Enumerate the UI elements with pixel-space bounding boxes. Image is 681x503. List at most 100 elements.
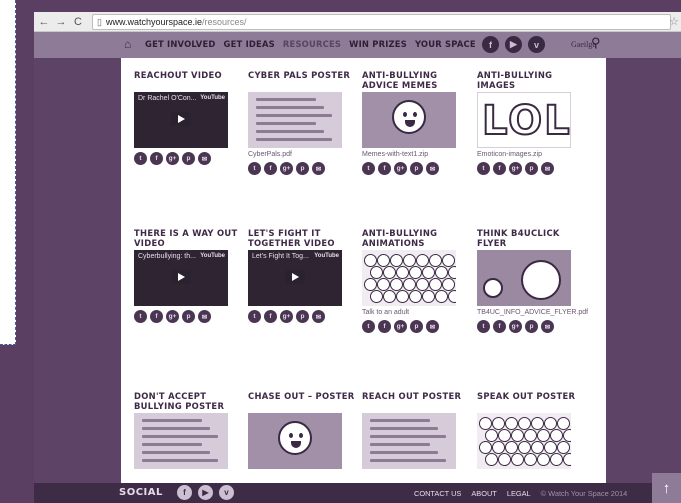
footer-about-link[interactable]: ABOUT [471, 489, 496, 498]
twitter-icon[interactable]: t [134, 152, 147, 165]
resource-title[interactable]: THERE IS A WAY OUT VIDEO [134, 228, 244, 248]
play-icon[interactable] [285, 270, 305, 284]
footer-contact-link[interactable]: CONTACT US [414, 489, 461, 498]
resource-title[interactable]: LET'S FIGHT IT TOGETHER VIDEO [248, 228, 358, 248]
pinterest-icon[interactable]: p [296, 162, 309, 175]
youtube-icon[interactable]: ▶ [505, 36, 522, 53]
resource-file-link[interactable]: Emoticon-images.zip [477, 151, 587, 158]
video-player[interactable]: Cyberbullying: th... YouTube [134, 250, 228, 306]
resource-thumbnail[interactable] [362, 92, 456, 148]
vimeo-icon[interactable]: v [528, 36, 545, 53]
pinterest-icon[interactable]: p [296, 310, 309, 323]
email-icon[interactable]: ✉ [426, 162, 439, 175]
google-plus-icon[interactable]: g+ [509, 320, 522, 333]
resource-title[interactable]: REACH OUT POSTER [362, 391, 472, 411]
resource-thumbnail[interactable] [134, 413, 228, 469]
facebook-icon[interactable]: f [150, 310, 163, 323]
facebook-icon[interactable]: f [493, 162, 506, 175]
twitter-icon[interactable]: t [362, 162, 375, 175]
resource-thumbnail[interactable] [362, 250, 456, 306]
google-plus-icon[interactable]: g+ [394, 162, 407, 175]
vimeo-icon[interactable]: v [219, 485, 234, 500]
share-buttons: t f g+ p ✉ [248, 162, 358, 175]
facebook-icon[interactable]: f [493, 320, 506, 333]
google-plus-icon[interactable]: g+ [280, 310, 293, 323]
back-icon[interactable]: ← [37, 15, 51, 29]
google-plus-icon[interactable]: g+ [509, 162, 522, 175]
search-icon[interactable]: ⚲ [591, 35, 601, 51]
email-icon[interactable]: ✉ [541, 162, 554, 175]
address-bar[interactable]: ▯ www.watchyourspace.ie/resources/ [92, 14, 671, 30]
twitter-icon[interactable]: t [477, 320, 490, 333]
resource-thumbnail[interactable] [477, 250, 571, 306]
resource-title[interactable]: ANTI-BULLYING IMAGES [477, 70, 587, 90]
email-icon[interactable]: ✉ [312, 310, 325, 323]
email-icon[interactable]: ✉ [541, 320, 554, 333]
pinterest-icon[interactable]: p [410, 162, 423, 175]
footer-social-icons: f ▶ v [177, 485, 234, 500]
twitter-icon[interactable]: t [134, 310, 147, 323]
resource-title[interactable]: THINK B4UCLICK FLYER [477, 228, 587, 248]
nav-get-ideas[interactable]: GET IDEAS [224, 39, 275, 49]
emoticon-face-icon [278, 421, 312, 455]
resource-thumbnail[interactable] [362, 413, 456, 469]
video-player[interactable]: Dr Rachel O'Con... YouTube [134, 92, 228, 148]
forward-icon[interactable]: → [54, 15, 68, 29]
scroll-to-top-button[interactable]: ↑ [652, 473, 681, 503]
email-icon[interactable]: ✉ [198, 152, 211, 165]
resource-title[interactable]: SPEAK OUT POSTER [477, 391, 587, 411]
resource-file-link[interactable]: TB4UC_INFO_ADVICE_FLYER.pdf [477, 309, 588, 316]
resource-title[interactable]: CYBER PALS POSTER [248, 70, 358, 90]
twitter-icon[interactable]: t [248, 162, 261, 175]
resource-file-link[interactable]: CyberPals.pdf [248, 151, 358, 158]
video-title: Dr Rachel O'Con... [138, 95, 197, 102]
twitter-icon[interactable]: t [477, 162, 490, 175]
facebook-icon[interactable]: f [264, 310, 277, 323]
resource-file-link[interactable]: Memes-with-text1.zip [362, 151, 472, 158]
play-icon[interactable] [171, 270, 191, 284]
resource-title[interactable]: DON'T ACCEPT BULLYING POSTER [134, 391, 244, 411]
resource-title[interactable]: CHASE OUT – POSTER [248, 391, 358, 411]
nav-your-space[interactable]: YOUR SPACE [415, 39, 476, 49]
play-icon[interactable] [171, 112, 191, 126]
resource-thumbnail[interactable] [248, 413, 342, 469]
pinterest-icon[interactable]: p [525, 162, 538, 175]
email-icon[interactable]: ✉ [426, 320, 439, 333]
facebook-icon[interactable]: f [264, 162, 277, 175]
home-icon[interactable]: ⌂ [124, 38, 136, 50]
nav-win-prizes[interactable]: WIN PRIZES [349, 39, 407, 49]
pinterest-icon[interactable]: p [182, 152, 195, 165]
nav-get-involved[interactable]: GET INVOLVED [145, 39, 216, 49]
resource-thumbnail[interactable] [248, 92, 342, 148]
email-icon[interactable]: ✉ [198, 310, 211, 323]
facebook-icon[interactable]: f [378, 320, 391, 333]
video-player[interactable]: Let's Fight It Tog... YouTube [248, 250, 342, 306]
google-plus-icon[interactable]: g+ [166, 152, 179, 165]
footer-legal-link[interactable]: LEGAL [507, 489, 531, 498]
side-background-left [34, 58, 121, 483]
google-plus-icon[interactable]: g+ [280, 162, 293, 175]
resource-thumbnail[interactable] [477, 413, 571, 469]
facebook-icon[interactable]: f [378, 162, 391, 175]
pinterest-icon[interactable]: p [182, 310, 195, 323]
facebook-icon[interactable]: f [150, 152, 163, 165]
resource-thumbnail[interactable]: LOL [477, 92, 571, 148]
twitter-icon[interactable]: t [362, 320, 375, 333]
resource-title[interactable]: REACHOUT VIDEO [134, 70, 244, 90]
nav-resources[interactable]: RESOURCES [283, 39, 341, 49]
video-title: Let's Fight It Tog... [252, 253, 309, 260]
facebook-icon[interactable]: f [177, 485, 192, 500]
pinterest-icon[interactable]: p [410, 320, 423, 333]
resource-title[interactable]: ANTI-BULLYING ADVICE MEMES [362, 70, 472, 90]
resource-title[interactable]: ANTI-BULLYING ANIMATIONS [362, 228, 472, 248]
reload-icon[interactable]: C [71, 15, 85, 29]
facebook-icon[interactable]: f [482, 36, 499, 53]
google-plus-icon[interactable]: g+ [166, 310, 179, 323]
twitter-icon[interactable]: t [248, 310, 261, 323]
email-icon[interactable]: ✉ [312, 162, 325, 175]
google-plus-icon[interactable]: g+ [394, 320, 407, 333]
resource-file-link[interactable]: Talk to an adult [362, 309, 472, 316]
pinterest-icon[interactable]: p [525, 320, 538, 333]
bookmark-star-icon[interactable]: ☆ [669, 15, 679, 28]
youtube-icon[interactable]: ▶ [198, 485, 213, 500]
